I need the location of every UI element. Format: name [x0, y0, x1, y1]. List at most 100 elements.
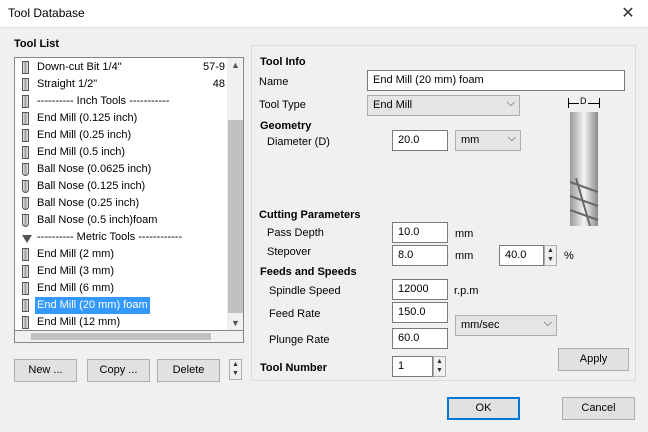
window-title: Tool Database [8, 6, 85, 20]
pass-depth-input[interactable]: 10.0 [392, 222, 448, 243]
delete-tool-button[interactable]: Delete [157, 359, 220, 382]
tool-list-scrollbar[interactable]: ▲ ▼ [227, 58, 243, 330]
plunge-rate-input[interactable]: 60.0 [392, 328, 448, 349]
diameter-symbol: D [579, 96, 588, 106]
list-item[interactable]: End Mill (0.125 inch) [15, 110, 227, 127]
list-item-label: Ball Nose (0.125 inch) [37, 180, 146, 192]
spindle-speed-unit: r.p.m [454, 285, 479, 297]
end-mill-icon [22, 282, 29, 295]
end-mill-diagram-icon [569, 112, 599, 227]
geometry-heading: Geometry [260, 120, 312, 132]
list-item[interactable]: End Mill (12 mm) [15, 314, 227, 330]
end-mill-icon [22, 95, 29, 108]
tool-number-spinner[interactable]: ▲ ▼ [433, 356, 446, 377]
list-item[interactable]: Ball Nose (0.25 inch) [15, 195, 227, 212]
diameter-label: Diameter (D) [267, 136, 330, 148]
end-mill-icon [22, 299, 29, 312]
diameter-input[interactable]: 20.0 [392, 130, 448, 151]
tool-type-value: End Mill [373, 99, 413, 111]
spin-down-icon[interactable]: ▼ [545, 255, 556, 264]
diameter-unit-value: mm [461, 134, 480, 146]
rate-unit-select[interactable]: mm/sec ⌵ [455, 315, 557, 336]
scroll-up-icon[interactable]: ▲ [227, 58, 243, 72]
reorder-spinner[interactable]: ▲ ▼ [229, 359, 242, 380]
stepover-percent-input[interactable]: 40.0 [499, 245, 544, 266]
tool-number-label: Tool Number [260, 362, 328, 374]
list-item-label: Ball Nose (0.0625 inch) [37, 163, 152, 175]
list-item[interactable]: Ball Nose (0.0625 inch) [15, 161, 227, 178]
ball-nose-icon [22, 214, 29, 227]
tool-number-input[interactable]: 1 [392, 356, 433, 377]
list-item[interactable]: Ball Nose (0.125 inch) [15, 178, 227, 195]
list-item-label: ---------- Metric Tools ------------ [37, 231, 183, 243]
list-item-label: End Mill (3 mm) [37, 265, 115, 277]
list-item-label: Ball Nose (0.5 inch)foam [37, 214, 158, 226]
apply-button[interactable]: Apply [558, 348, 629, 371]
list-item[interactable]: End Mill (0.5 inch) [15, 144, 227, 161]
list-item[interactable]: End Mill (2 mm) [15, 246, 227, 263]
list-item-label: End Mill (0.25 inch) [37, 129, 132, 141]
tool-list-hscrollbar[interactable] [14, 331, 244, 343]
feed-rate-input[interactable]: 150.0 [392, 302, 448, 323]
list-item[interactable]: Ball Nose (0.5 inch)foam [15, 212, 227, 229]
title-bar: Tool Database ✕ [0, 0, 648, 28]
ok-button[interactable]: OK [447, 397, 520, 420]
diameter-dimension: D [568, 96, 600, 108]
close-icon[interactable]: ✕ [608, 0, 648, 28]
list-item-label: End Mill (12 mm) [37, 316, 121, 328]
stepover-unit: mm [455, 250, 474, 262]
move-up-icon[interactable]: ▲ [230, 360, 241, 369]
new-tool-button[interactable]: New ... [14, 359, 77, 382]
pass-depth-label: Pass Depth [267, 227, 324, 239]
tool-list[interactable]: Down-cut Bit 1/4" 57-9 Straight 1/2" 48 ----… [14, 57, 244, 331]
ball-nose-icon [22, 197, 29, 210]
list-item-label: End Mill (6 mm) [37, 282, 115, 294]
list-item[interactable]: End Mill (6 mm) [15, 280, 227, 297]
ball-nose-icon [22, 163, 29, 176]
list-item-label: End Mill (2 mm) [37, 248, 115, 260]
list-item-label: Ball Nose (0.25 inch) [37, 197, 140, 209]
list-item[interactable]: Straight 1/2" 48 [15, 76, 227, 93]
list-item-label: ---------- Inch Tools ----------- [37, 95, 170, 107]
list-item-label: Down-cut Bit 1/4" [37, 61, 122, 73]
stepover-percent-unit: % [564, 250, 574, 262]
list-item-label: End Mill (20 mm) foam [35, 297, 150, 314]
list-item[interactable]: Down-cut Bit 1/4" 57-9 [15, 59, 227, 76]
plunge-rate-label: Plunge Rate [269, 334, 330, 346]
tool-type-select[interactable]: End Mill ⌵ [367, 95, 520, 116]
spin-up-icon[interactable]: ▲ [545, 246, 556, 255]
move-down-icon[interactable]: ▼ [230, 369, 241, 378]
end-mill-icon [22, 129, 29, 142]
hscroll-thumb[interactable] [31, 333, 211, 340]
tool-list-heading: Tool List [14, 38, 60, 50]
list-item[interactable]: ---------- Inch Tools ----------- [15, 93, 227, 110]
name-input[interactable]: End Mill (20 mm) foam [367, 70, 625, 91]
pass-depth-unit: mm [455, 228, 474, 240]
scroll-thumb[interactable] [228, 120, 243, 313]
end-mill-icon [22, 248, 29, 261]
list-item-value: 48 [212, 78, 225, 90]
list-item[interactable]: ---------- Metric Tools ------------ [15, 229, 227, 246]
list-item[interactable]: End Mill (20 mm) foam [15, 297, 227, 314]
scroll-down-icon[interactable]: ▼ [227, 316, 243, 330]
end-mill-icon [22, 78, 29, 91]
stepover-input[interactable]: 8.0 [392, 245, 448, 266]
list-item[interactable]: End Mill (3 mm) [15, 263, 227, 280]
stepover-label: Stepover [267, 246, 312, 258]
spindle-speed-label: Spindle Speed [269, 285, 341, 297]
end-mill-icon [22, 112, 29, 125]
cutting-params-heading: Cutting Parameters [259, 209, 361, 221]
list-item-label: End Mill (0.5 inch) [37, 146, 126, 158]
end-mill-icon [22, 316, 29, 329]
diameter-unit-select[interactable]: mm ⌵ [455, 130, 521, 151]
list-item[interactable]: End Mill (0.25 inch) [15, 127, 227, 144]
chevron-down-icon: ⌵ [543, 317, 552, 329]
spindle-speed-input[interactable]: 12000 [392, 279, 448, 300]
spin-up-icon[interactable]: ▲ [434, 357, 445, 366]
spin-down-icon[interactable]: ▼ [434, 366, 445, 375]
copy-tool-button[interactable]: Copy ... [87, 359, 150, 382]
cancel-button[interactable]: Cancel [562, 397, 635, 420]
chevron-down-icon: ⌵ [507, 132, 516, 144]
stepover-percent-spinner[interactable]: ▲ ▼ [544, 245, 557, 266]
engraving-bit-icon [22, 231, 32, 244]
